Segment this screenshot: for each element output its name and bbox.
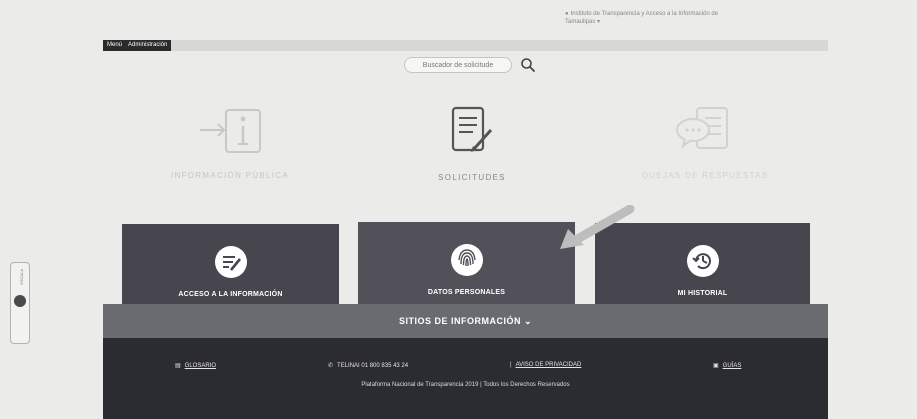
accessibility-icon bbox=[14, 295, 26, 307]
guias-link[interactable]: GUÍAS bbox=[723, 363, 742, 369]
search-area: Buscador de solicitude bbox=[404, 57, 536, 73]
informacion-publica-label: INFORMACIÓN PÚBLICA bbox=[170, 171, 290, 180]
pointer-arrow-icon bbox=[560, 205, 635, 249]
edit-note-icon-circle bbox=[214, 246, 247, 278]
quejas-label: QUEJAS DE RESPUESTAS bbox=[641, 171, 769, 180]
glosario-link[interactable]: GLOSARIO bbox=[185, 363, 216, 369]
copyright: Plataforma Nacional de Transparencia 201… bbox=[361, 382, 570, 388]
menu-bar bbox=[103, 40, 828, 51]
institution-note[interactable]: ● Instituto de Transparencia y Acceso a l… bbox=[565, 10, 745, 26]
accessibility-tab[interactable]: ESCALA bbox=[10, 262, 30, 344]
informacion-publica-link[interactable]: INFORMACIÓN PÚBLICA bbox=[165, 104, 295, 180]
card-acceso-informacion[interactable]: ACCESO A LA INFORMACIÓN bbox=[122, 224, 339, 306]
chevron-down-icon: ⌄ bbox=[523, 316, 533, 326]
footer-glosario[interactable]: ▤ GLOSARIO bbox=[175, 362, 216, 370]
search-input[interactable]: Buscador de solicitude bbox=[404, 57, 512, 73]
footer-guias[interactable]: ▣ GUÍAS bbox=[713, 362, 742, 370]
document-pencil-icon bbox=[451, 106, 493, 152]
card-historial-label: MI HISTORIAL bbox=[677, 290, 728, 297]
page: ● Instituto de Transparencia y Acceso a l… bbox=[0, 0, 917, 419]
search-icon[interactable] bbox=[520, 57, 536, 73]
info-document-icon bbox=[200, 109, 261, 153]
quejas-link[interactable]: QUEJAS DE RESPUESTAS bbox=[630, 104, 780, 180]
bar-icon: | bbox=[510, 362, 512, 368]
guide-icon: ▣ bbox=[713, 363, 719, 369]
globe-icon: ● bbox=[565, 11, 569, 17]
book-icon: ▤ bbox=[175, 363, 181, 369]
institution-text: Instituto de Transparencia y Acceso a la… bbox=[565, 11, 719, 25]
fingerprint-icon-circle bbox=[450, 244, 483, 276]
edit-note-icon bbox=[222, 256, 241, 271]
aviso-link[interactable]: AVISO DE PRIVACIDAD bbox=[516, 362, 582, 368]
card-datos-label: DATOS PERSONALES bbox=[427, 289, 506, 296]
solicitudes-link[interactable]: SOLICITUDES bbox=[412, 104, 532, 182]
phone-icon: ✆ bbox=[328, 363, 334, 369]
card-acceso-label: ACCESO A LA INFORMACIÓN bbox=[178, 291, 283, 298]
solicitudes-label: SOLICITUDES bbox=[438, 173, 506, 182]
tel-text: TELINAI 01 800 835 43 24 bbox=[337, 362, 409, 369]
card-row: ACCESO A LA INFORMACIÓN DATOS PERSONALES bbox=[122, 222, 810, 306]
chat-document-icon bbox=[676, 107, 728, 149]
footer-telefono[interactable]: ✆ TELINAI 01 800 835 43 24 bbox=[328, 362, 409, 370]
fingerprint-icon bbox=[457, 249, 476, 267]
menu-chip[interactable]: Menú Administración bbox=[103, 40, 172, 51]
sitios-label: SITIOS DE INFORMACIÓN bbox=[398, 316, 521, 326]
footer-aviso[interactable]: | AVISO DE PRIVACIDAD bbox=[510, 362, 581, 368]
menu-label[interactable]: Menú bbox=[107, 40, 122, 51]
sidetab-label: ESCALA bbox=[19, 269, 24, 285]
admin-label[interactable]: Administración bbox=[128, 40, 167, 51]
footer: ▤ GLOSARIO ✆ TELINAI 01 800 835 43 24 | … bbox=[103, 338, 828, 419]
history-clock-icon-circle bbox=[686, 245, 719, 277]
sitios-informacion-toggle[interactable]: SITIOS DE INFORMACIÓN ⌄ bbox=[103, 304, 828, 338]
history-clock-icon bbox=[691, 253, 711, 270]
card-datos-personales[interactable]: DATOS PERSONALES bbox=[358, 222, 575, 304]
